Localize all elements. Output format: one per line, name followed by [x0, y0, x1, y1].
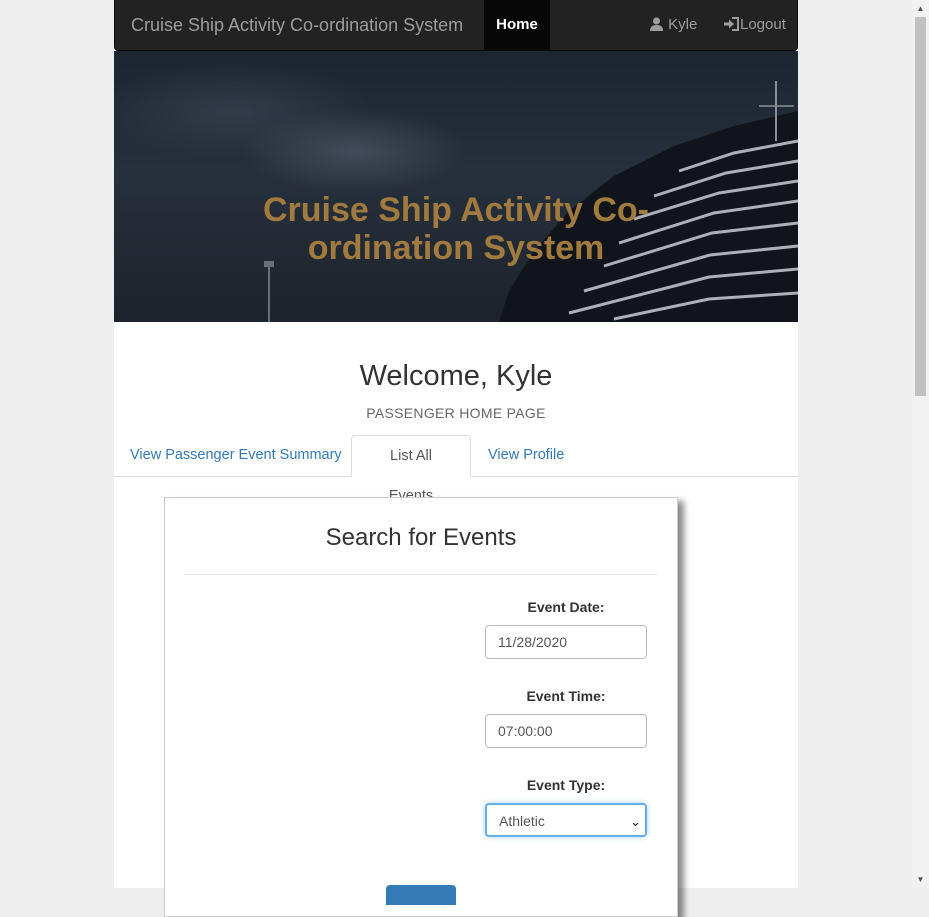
scroll-thumb[interactable]: [915, 17, 926, 396]
welcome-heading: Welcome, Kyle: [359, 360, 553, 392]
search-submit-button[interactable]: [386, 885, 456, 905]
scroll-up-arrow-icon[interactable]: ▲: [912, 0, 929, 17]
page-container: Cruise Ship Activity Co-ordination Syste…: [114, 0, 798, 917]
event-time-label: Event Time:: [526, 688, 606, 704]
hero-banner: Cruise Ship Activity Co- ordination Syst…: [114, 51, 798, 322]
event-date-label: Event Date:: [527, 599, 605, 615]
nav-user-link[interactable]: Kyle: [650, 0, 697, 51]
search-title: Search for Events: [325, 524, 517, 551]
event-time-input[interactable]: 07:00:00: [485, 714, 647, 748]
divider: [185, 574, 657, 575]
nav-user-label: Kyle: [668, 16, 698, 33]
tab-list-all-events[interactable]: List All Events: [351, 435, 471, 504]
page-scrollbar[interactable]: ▲ ▼: [912, 0, 929, 888]
event-type-select[interactable]: Athletic ⌄: [485, 803, 647, 837]
nav-logout-link[interactable]: Logout: [724, 0, 786, 51]
tab-bar: View Passenger Event Summary List All Ev…: [114, 435, 798, 504]
user-icon: [650, 17, 663, 31]
event-date-input[interactable]: 11/28/2020: [485, 625, 647, 659]
navbar-brand[interactable]: Cruise Ship Activity Co-ordination Syste…: [131, 0, 463, 51]
hero-title-line1: Cruise Ship Activity Co-: [262, 191, 650, 229]
log-in-icon: [724, 17, 739, 31]
chevron-down-icon: ⌄: [630, 814, 641, 829]
event-type-label: Event Type:: [526, 777, 606, 793]
tab-passenger-event-summary[interactable]: View Passenger Event Summary: [115, 435, 357, 477]
hero-title-line2: ordination System: [307, 229, 605, 267]
navbar: Cruise Ship Activity Co-ordination Syste…: [114, 0, 798, 51]
cruise-ship-illustration: [264, 81, 798, 322]
page-subtitle: PASSENGER HOME PAGE: [366, 405, 546, 421]
nav-logout-label: Logout: [740, 16, 786, 33]
scroll-down-arrow-icon[interactable]: ▼: [912, 871, 929, 888]
event-type-value: Athletic: [499, 813, 545, 829]
tab-view-profile[interactable]: View Profile: [473, 435, 579, 477]
nav-home-link[interactable]: Home: [484, 0, 550, 51]
hero-title: Cruise Ship Activity Co- ordination Syst…: [114, 191, 798, 267]
search-events-card: Search for Events Event Date: 11/28/2020…: [164, 497, 678, 917]
